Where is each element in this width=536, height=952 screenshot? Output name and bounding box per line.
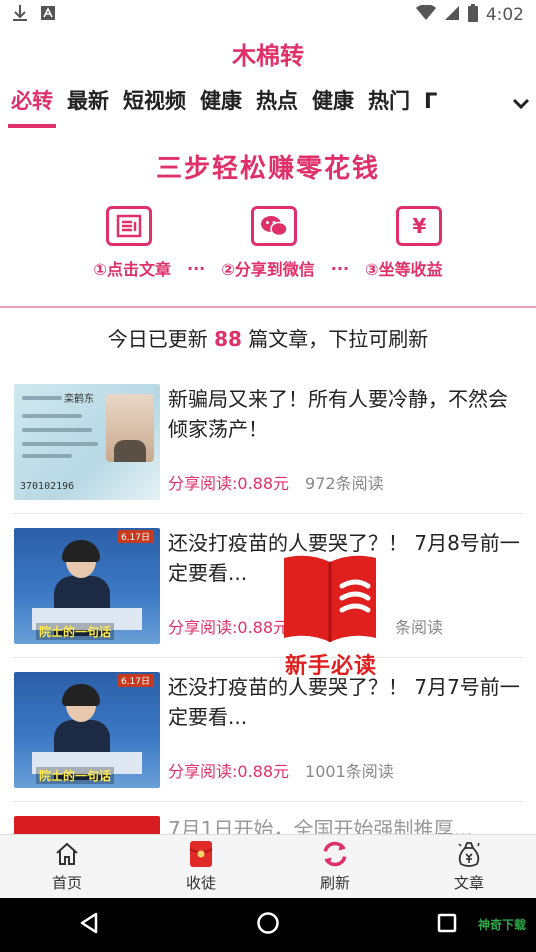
- nav-articles-label: 文章: [453, 874, 484, 892]
- update-notice: 今日已更新 88 篇文章，下拉可刷新: [0, 308, 536, 370]
- download-icon: [12, 4, 28, 27]
- status-time: 4:02: [485, 5, 524, 25]
- thumb-id-number: 370102196: [20, 480, 75, 492]
- nav-refresh-label: 刷新: [319, 874, 350, 892]
- battery-icon: [467, 3, 478, 27]
- earning-steps-banner: 三步轻松赚零花钱 ¥ ①点击文章 ··· ②分享到微信 ··· ③坐等收益: [0, 128, 536, 308]
- thumb-name: 栾鹤东: [64, 393, 94, 405]
- read-count: 条阅读: [395, 617, 444, 637]
- steps-title: 三步轻松赚零花钱: [155, 154, 380, 184]
- nav-home[interactable]: 首页: [0, 835, 134, 898]
- signal-icon: [444, 5, 460, 26]
- article-meta: 分享阅读:0.88元 1001条阅读: [168, 758, 522, 788]
- share-reward: 分享阅读:0.88元: [168, 761, 290, 781]
- share-reward: 分享阅读:0.88元: [168, 617, 290, 637]
- article-body: 新骗局又来了！所有人要冷静，不然会倾家荡产！ 分享阅读:0.88元 972条阅读: [160, 384, 522, 500]
- app-title: 木棉转: [232, 42, 304, 70]
- step-separator: ···: [186, 258, 206, 278]
- recents-icon[interactable]: [436, 912, 458, 938]
- article-meta: 分享阅读:0.88元 972条阅读: [168, 470, 522, 500]
- newbie-guide-label: 新手必读: [284, 654, 377, 679]
- article-item[interactable]: 6.17日 院士的一句话 还没打疫苗的人要哭了？！ 7月7号前一定要看... 分…: [14, 658, 522, 802]
- home-circle-icon[interactable]: [256, 911, 280, 939]
- status-left: [12, 4, 56, 27]
- bottom-navigation: 首页 收徒 刷新 文章: [0, 834, 536, 898]
- article-icon: [105, 206, 152, 246]
- category-tabs: 必转 最新 短视频 健康 热点 健康 热门 Γ: [0, 80, 536, 128]
- status-right: 4:02: [415, 3, 524, 27]
- tab-hot-spot[interactable]: 热点: [249, 80, 305, 128]
- app-notification-icon: [40, 5, 56, 26]
- share-reward: 分享阅读:0.88元: [168, 473, 290, 493]
- red-envelope-icon: [187, 840, 215, 868]
- step-label-share: ②分享到微信: [221, 260, 315, 279]
- book-icon: [280, 552, 380, 644]
- tab-bizhuan[interactable]: 必转: [4, 80, 60, 128]
- article-item[interactable]: 栾鹤东 370102196 新骗局又来了！所有人要冷静，不然会倾家荡产！ 分享阅…: [14, 370, 522, 514]
- nav-refresh[interactable]: 刷新: [268, 835, 402, 898]
- step-label-click: ①点击文章: [93, 260, 171, 279]
- refresh-icon: [321, 840, 349, 868]
- nav-articles[interactable]: 文章: [402, 835, 536, 898]
- nav-recruit[interactable]: 收徒: [134, 835, 268, 898]
- thumb-caption: 院士的一句话: [36, 622, 115, 640]
- status-bar: 4:02: [0, 0, 536, 30]
- home-icon: [53, 840, 81, 868]
- watermark: 神奇下载: [477, 918, 526, 932]
- article-thumbnail: 6.17日 院士的一句话: [14, 527, 160, 644]
- wechat-icon: [250, 206, 297, 246]
- update-prefix: 今日已更新: [107, 327, 208, 351]
- tab-popular[interactable]: 热门: [361, 80, 417, 128]
- article-item[interactable]: 6.17日 院士的一句话 还没打疫苗的人要哭了？！ 7月8号前一定要看... 分…: [14, 514, 522, 658]
- tab-health-2[interactable]: 健康: [305, 80, 361, 128]
- update-suffix: 篇文章，下拉可刷新: [248, 327, 429, 351]
- step-labels: ①点击文章 ··· ②分享到微信 ··· ③坐等收益: [0, 256, 536, 280]
- back-icon[interactable]: [78, 911, 100, 939]
- update-count: 88: [214, 327, 242, 351]
- money-bag-icon: [455, 840, 483, 868]
- article-thumbnail: 栾鹤东 370102196: [14, 383, 160, 500]
- step-icons: ¥: [0, 194, 536, 246]
- article-body: 还没打疫苗的人要哭了？！ 7月7号前一定要看... 分享阅读:0.88元 100…: [160, 672, 522, 788]
- article-title: 新骗局又来了！所有人要冷静，不然会倾家荡产！: [168, 386, 508, 441]
- thumb-tag: 6.17日: [116, 529, 154, 543]
- tab-partial[interactable]: Γ: [417, 80, 444, 128]
- article-list: 栾鹤东 370102196 新骗局又来了！所有人要冷静，不然会倾家荡产！ 分享阅…: [0, 370, 536, 842]
- tab-short-video[interactable]: 短视频: [116, 80, 193, 128]
- newbie-guide-button[interactable]: 新手必读: [276, 552, 386, 682]
- article-thumbnail: 6.17日 院士的一句话: [14, 671, 160, 788]
- step-label-earn: ③坐等收益: [365, 260, 443, 279]
- thumb-caption: 院士的一句话: [36, 766, 115, 784]
- system-navigation-bar: [0, 898, 536, 952]
- wifi-icon: [415, 3, 436, 26]
- thumb-tag: 6.17日: [116, 673, 154, 687]
- tab-health[interactable]: 健康: [193, 80, 249, 128]
- id-photo: [106, 393, 154, 462]
- tabs-expand-button[interactable]: [506, 80, 536, 128]
- nav-recruit-label: 收徒: [185, 874, 216, 892]
- yen-icon: ¥: [396, 206, 443, 246]
- tab-latest[interactable]: 最新: [60, 80, 116, 128]
- read-count: 972条阅读: [305, 473, 384, 493]
- chevron-down-icon: [512, 95, 530, 114]
- read-count: 1001条阅读: [305, 761, 394, 781]
- step-separator: ···: [330, 258, 350, 278]
- nav-home-label: 首页: [51, 874, 82, 892]
